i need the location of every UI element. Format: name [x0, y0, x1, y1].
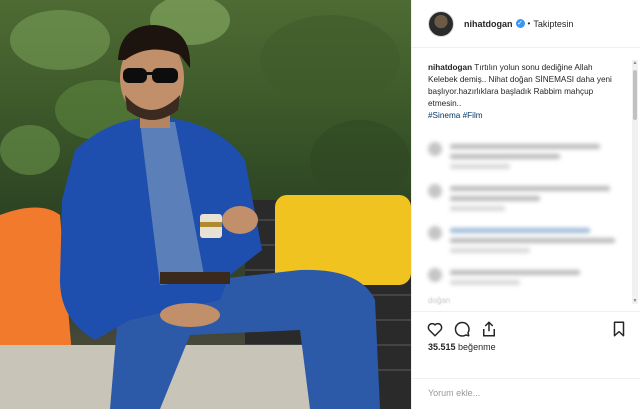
instagram-post: nihatdogan ✓ • Takiptesin nihatdogan Tır…: [0, 0, 640, 409]
caption-username[interactable]: nihatdogan: [428, 63, 472, 72]
share-icon[interactable]: [480, 320, 498, 338]
comment-input[interactable]: Yorum ekle...: [428, 388, 480, 398]
header-username[interactable]: nihatdogan: [464, 19, 513, 29]
comment-icon[interactable]: [453, 320, 471, 338]
verified-badge-icon: ✓: [515, 19, 525, 28]
hashtag-link[interactable]: #Film: [463, 111, 483, 120]
likes-number: 35.515: [428, 342, 456, 352]
comment-bar: Yorum ekle...: [412, 378, 640, 409]
scroll-thumb[interactable]: [633, 70, 637, 120]
likes-label: beğenme: [458, 342, 496, 352]
header-separator: •: [527, 19, 531, 28]
faded-comment-text: doğan: [428, 296, 451, 305]
scroll-down-icon[interactable]: ▼: [632, 298, 638, 304]
bookmark-icon[interactable]: [610, 320, 628, 338]
avatar[interactable]: [428, 10, 454, 37]
hashtag-link[interactable]: #Sinema: [428, 111, 460, 120]
post-side-panel: nihatdogan ✓ • Takiptesin nihatdogan Tır…: [411, 0, 640, 409]
photo-illustration: [0, 0, 411, 409]
follow-status-button[interactable]: Takiptesin: [533, 19, 573, 29]
post-header: nihatdogan ✓ • Takiptesin: [412, 0, 640, 48]
post-photo[interactable]: [0, 0, 411, 409]
scroll-up-icon[interactable]: ▲: [632, 60, 638, 66]
comments-scrollbar[interactable]: ▲ ▼: [632, 60, 638, 304]
post-actions: [412, 311, 640, 345]
likes-count[interactable]: 35.515 beğenme: [428, 342, 496, 352]
post-caption: nihatdogan Tırtılın yolun sonu dediğine …: [428, 62, 613, 122]
blurred-comments: [428, 140, 618, 290]
heart-icon[interactable]: [426, 320, 444, 338]
